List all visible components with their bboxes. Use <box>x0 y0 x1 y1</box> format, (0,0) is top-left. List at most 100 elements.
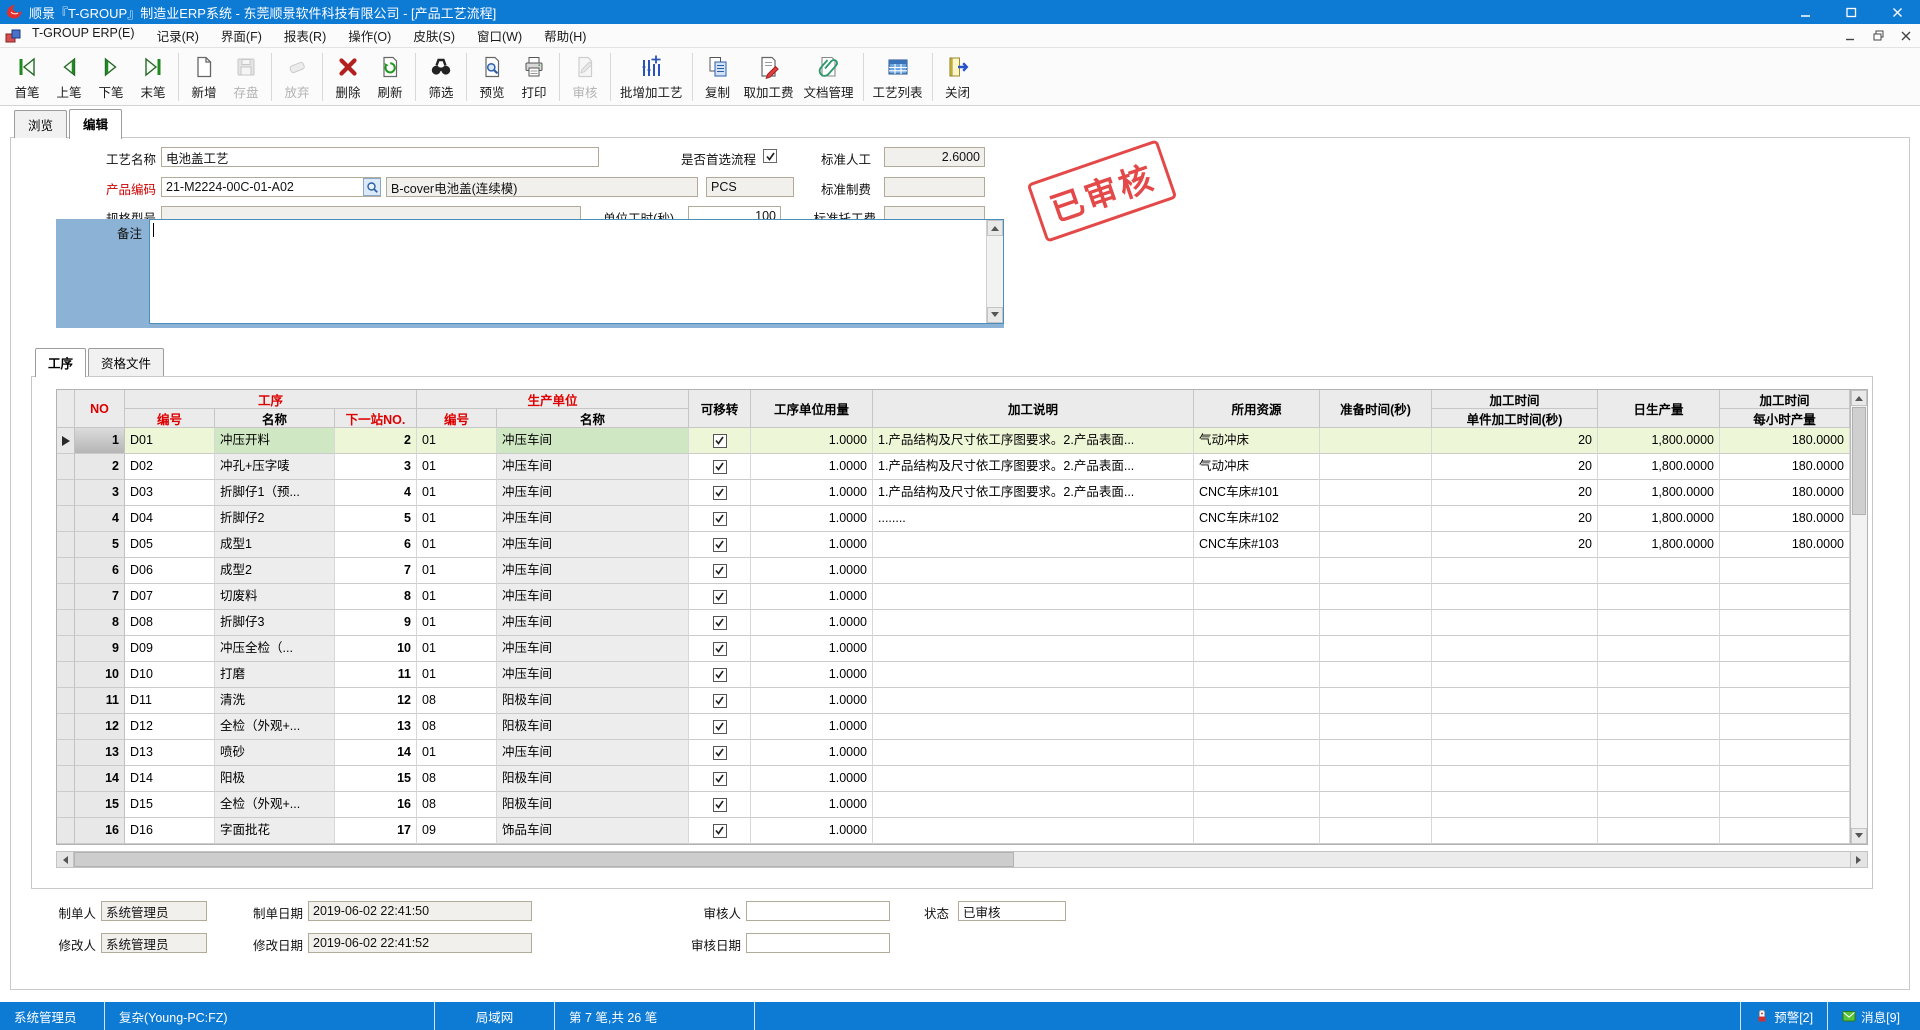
table-row[interactable]: 5 D05 成型1 6 01 冲压车间 1.0000 CNC车床#103 <box>57 532 1850 558</box>
cell-daily-output[interactable] <box>1598 610 1720 636</box>
cell-prep-time[interactable] <box>1320 636 1432 662</box>
cell-no[interactable]: 16 <box>75 818 125 844</box>
cell-process-name[interactable]: 喷砂 <box>215 740 335 766</box>
cell-no[interactable]: 1 <box>75 428 125 454</box>
statusbar-alert[interactable]: 预警[2] <box>1740 1002 1827 1030</box>
cell-process-code[interactable]: D01 <box>125 428 215 454</box>
cell-process-code[interactable]: D03 <box>125 480 215 506</box>
table-row[interactable]: 8 D08 折脚仔3 9 01 冲压车间 1.0000 <box>57 610 1850 636</box>
cell-process-code[interactable]: D13 <box>125 740 215 766</box>
cell-hourly-output[interactable] <box>1720 792 1850 818</box>
cell-prep-time[interactable] <box>1320 506 1432 532</box>
cell-next-station[interactable]: 9 <box>335 610 417 636</box>
cell-resource[interactable] <box>1194 584 1320 610</box>
movable-checkbox[interactable] <box>713 772 727 786</box>
cell-unit-usage[interactable]: 1.0000 <box>751 558 873 584</box>
cell-unit-usage[interactable]: 1.0000 <box>751 532 873 558</box>
cell-no[interactable]: 9 <box>75 636 125 662</box>
movable-checkbox[interactable] <box>713 798 727 812</box>
cell-process-code[interactable]: D10 <box>125 662 215 688</box>
cell-unit-code[interactable]: 08 <box>417 792 497 818</box>
mdi-close-button[interactable] <box>1892 25 1920 47</box>
cell-hourly-output[interactable] <box>1720 610 1850 636</box>
cell-unit-usage[interactable]: 1.0000 <box>751 740 873 766</box>
cell-next-station[interactable]: 13 <box>335 714 417 740</box>
cell-daily-output[interactable]: 1,800.0000 <box>1598 454 1720 480</box>
cell-unit-usage[interactable]: 1.0000 <box>751 584 873 610</box>
toolbar-button[interactable]: 末笔 <box>132 51 174 103</box>
header-instruction[interactable]: 加工说明 <box>873 390 1194 428</box>
cell-process-name[interactable]: 冲孔+压字唛 <box>215 454 335 480</box>
table-row[interactable]: 15 D15 全检（外观+... 16 08 阳极车间 1.0000 <box>57 792 1850 818</box>
cell-next-station[interactable]: 12 <box>335 688 417 714</box>
cell-process-code[interactable]: D09 <box>125 636 215 662</box>
cell-next-station[interactable]: 17 <box>335 818 417 844</box>
cell-unit-code[interactable]: 01 <box>417 454 497 480</box>
grid-scroll-left-button[interactable] <box>57 852 74 867</box>
cell-prep-time[interactable] <box>1320 428 1432 454</box>
movable-checkbox[interactable] <box>713 720 727 734</box>
cell-no[interactable]: 13 <box>75 740 125 766</box>
cell-daily-output[interactable] <box>1598 818 1720 844</box>
cell-instruction[interactable]: ........ <box>873 506 1194 532</box>
cell-no[interactable]: 14 <box>75 766 125 792</box>
cell-no[interactable]: 12 <box>75 714 125 740</box>
cell-resource[interactable] <box>1194 610 1320 636</box>
movable-checkbox[interactable] <box>713 694 727 708</box>
cell-unit-proc-time[interactable] <box>1432 792 1598 818</box>
cell-next-station[interactable]: 7 <box>335 558 417 584</box>
grid-scroll-up-button[interactable] <box>1851 390 1867 406</box>
mdi-minimize-button[interactable] <box>1836 25 1864 47</box>
header-unit-usage[interactable]: 工序单位用量 <box>751 390 873 428</box>
status-field[interactable] <box>958 901 1066 921</box>
cell-unit-proc-time[interactable]: 20 <box>1432 506 1598 532</box>
grid-scroll-down-button[interactable] <box>1851 828 1867 844</box>
cell-prep-time[interactable] <box>1320 454 1432 480</box>
cell-unit-usage[interactable]: 1.0000 <box>751 454 873 480</box>
main-tab[interactable]: 编辑 <box>69 109 122 139</box>
cell-unit-proc-time[interactable]: 20 <box>1432 428 1598 454</box>
remark-scrollbar[interactable] <box>986 220 1003 323</box>
cell-process-name[interactable]: 冲压开料 <box>215 428 335 454</box>
grid-horizontal-scrollbar[interactable] <box>56 851 1868 868</box>
cell-unit-code[interactable]: 01 <box>417 506 497 532</box>
cell-no[interactable]: 15 <box>75 792 125 818</box>
cell-process-name[interactable]: 折脚仔1（预... <box>215 480 335 506</box>
cell-unit-usage[interactable]: 1.0000 <box>751 662 873 688</box>
cell-unit-name[interactable]: 阳极车间 <box>497 792 689 818</box>
cell-unit-code[interactable]: 01 <box>417 428 497 454</box>
cell-unit-proc-time[interactable]: 20 <box>1432 480 1598 506</box>
grid-scroll-right-button[interactable] <box>1850 852 1867 867</box>
cell-hourly-output[interactable]: 180.0000 <box>1720 532 1850 558</box>
cell-next-station[interactable]: 8 <box>335 584 417 610</box>
cell-daily-output[interactable] <box>1598 766 1720 792</box>
cell-hourly-output[interactable] <box>1720 662 1850 688</box>
cell-unit-code[interactable]: 08 <box>417 688 497 714</box>
cell-process-code[interactable]: D14 <box>125 766 215 792</box>
cell-hourly-output[interactable]: 180.0000 <box>1720 454 1850 480</box>
cell-next-station[interactable]: 15 <box>335 766 417 792</box>
cell-resource[interactable]: 气动冲床 <box>1194 454 1320 480</box>
header-proc-time-group-a[interactable]: 加工时间 <box>1432 390 1598 409</box>
cell-next-station[interactable]: 10 <box>335 636 417 662</box>
cell-process-code[interactable]: D15 <box>125 792 215 818</box>
toolbar-button[interactable]: 放弃 <box>276 51 318 103</box>
mdi-restore-button[interactable] <box>1864 25 1892 47</box>
cell-unit-usage[interactable]: 1.0000 <box>751 636 873 662</box>
menu-item[interactable]: 皮肤(S) <box>413 26 455 45</box>
cell-process-name[interactable]: 成型1 <box>215 532 335 558</box>
cell-process-name[interactable]: 全检（外观+... <box>215 792 335 818</box>
movable-checkbox[interactable] <box>713 746 727 760</box>
cell-unit-name[interactable]: 冲压车间 <box>497 610 689 636</box>
toolbar-button[interactable]: 复制 <box>697 51 739 103</box>
cell-daily-output[interactable] <box>1598 662 1720 688</box>
movable-checkbox[interactable] <box>713 538 727 552</box>
header-unit-group[interactable]: 生产单位 <box>417 390 689 409</box>
cell-daily-output[interactable] <box>1598 792 1720 818</box>
cell-next-station[interactable]: 5 <box>335 506 417 532</box>
cell-unit-name[interactable]: 冲压车间 <box>497 662 689 688</box>
cell-unit-proc-time[interactable] <box>1432 584 1598 610</box>
table-row[interactable]: 14 D14 阳极 15 08 阳极车间 1.0000 <box>57 766 1850 792</box>
std-mfg-fee-input[interactable] <box>884 177 985 197</box>
cell-process-code[interactable]: D06 <box>125 558 215 584</box>
